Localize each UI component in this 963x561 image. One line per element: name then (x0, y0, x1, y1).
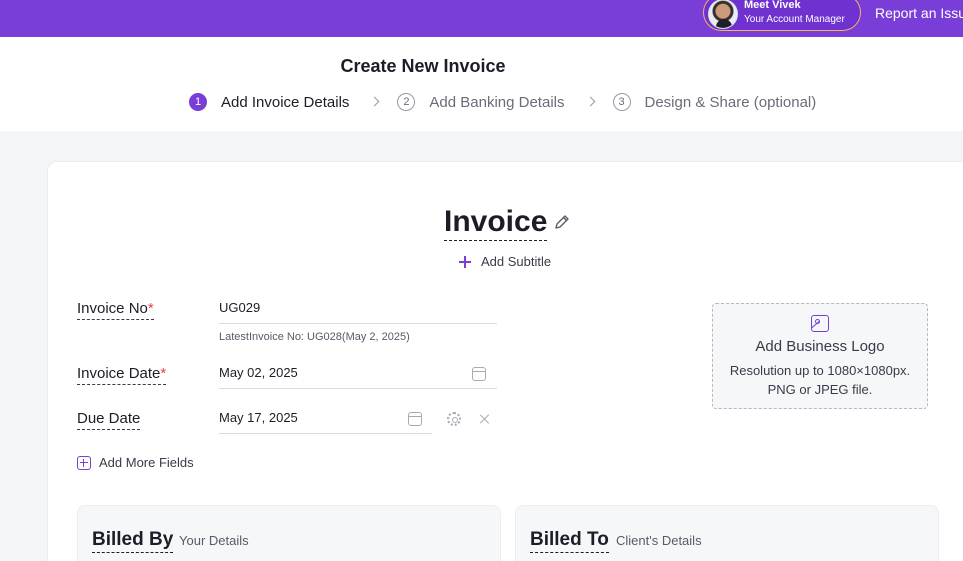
step-label: Add Banking Details (429, 93, 565, 111)
billed-to-title[interactable]: Billed To (530, 528, 609, 553)
step-number: 1 (189, 93, 207, 111)
report-issue-link[interactable]: Report an Issue (875, 5, 963, 21)
top-bar: Meet Vivek Your Account Manager Report a… (0, 0, 963, 37)
billed-by-title[interactable]: Billed By (92, 528, 174, 553)
billed-by-section: Billed By Your Details (77, 505, 501, 561)
step-number: 2 (397, 93, 416, 111)
calendar-icon[interactable] (472, 367, 486, 381)
plus-square-icon (77, 455, 91, 470)
latest-invoice-hint: LatestInvoice No: UG028(May 2, 2025) (219, 331, 410, 343)
billed-to-section: Billed To Client's Details (515, 505, 939, 561)
step-label: Design & Share (optional) (644, 93, 817, 111)
pencil-icon[interactable] (553, 213, 571, 231)
step-design-share[interactable]: 3 Design & Share (optional) (612, 93, 817, 111)
invoice-date-input[interactable]: May 02, 2025 (219, 361, 497, 389)
due-date-input[interactable]: May 17, 2025 (219, 406, 432, 434)
account-manager-button[interactable]: Meet Vivek Your Account Manager (703, 0, 861, 31)
due-date-label: Due Date (77, 409, 141, 430)
add-more-fields-label: Add More Fields (99, 455, 194, 470)
logo-title: Add Business Logo (755, 338, 885, 355)
page-header: Create New Invoice 1 Add Invoice Details… (0, 37, 963, 131)
step-invoice-details[interactable]: 1 Add Invoice Details (189, 93, 349, 111)
manager-role: Your Account Manager (744, 14, 845, 25)
add-subtitle-button[interactable]: Add Subtitle (458, 254, 551, 269)
page-title: Create New Invoice (340, 56, 506, 76)
invoice-date-label-text: Invoice Date (77, 365, 161, 382)
manager-name: Meet Vivek (744, 0, 801, 11)
add-subtitle-label: Add Subtitle (481, 254, 552, 269)
invoice-date-label: Invoice Date* (77, 364, 167, 385)
required-mark: * (160, 365, 167, 382)
invoice-no-label: Invoice No* (77, 299, 154, 320)
step-number: 3 (612, 93, 631, 111)
logo-description-line: PNG or JPEG file. (767, 382, 873, 397)
required-mark: * (147, 300, 154, 317)
close-icon[interactable] (478, 412, 492, 426)
chevron-right-icon (371, 96, 379, 108)
plus-icon (458, 255, 472, 269)
invoice-title[interactable]: Invoice (444, 204, 548, 241)
calendar-icon[interactable] (408, 412, 422, 426)
invoice-no-label-text: Invoice No (77, 300, 148, 317)
logo-description: Resolution up to 1080×1080px. PNG or JPE… (713, 361, 927, 399)
image-icon (811, 315, 829, 332)
logo-description-line: Resolution up to 1080×1080px. (729, 363, 911, 378)
billed-by-subtitle: Your Details (179, 533, 249, 548)
billed-to-subtitle: Client's Details (616, 533, 702, 548)
gear-icon[interactable] (447, 412, 461, 426)
add-more-fields-button[interactable]: Add More Fields (77, 455, 194, 470)
stepper: 1 Add Invoice Details 2 Add Banking Deta… (189, 92, 816, 112)
step-banking-details[interactable]: 2 Add Banking Details (397, 93, 565, 111)
add-business-logo-dropzone[interactable]: Add Business Logo Resolution up to 1080×… (712, 303, 928, 409)
chevron-right-icon (587, 96, 595, 108)
manager-avatar (708, 0, 738, 29)
invoice-no-input[interactable]: UG029 (219, 296, 497, 324)
step-label: Add Invoice Details (221, 93, 350, 111)
